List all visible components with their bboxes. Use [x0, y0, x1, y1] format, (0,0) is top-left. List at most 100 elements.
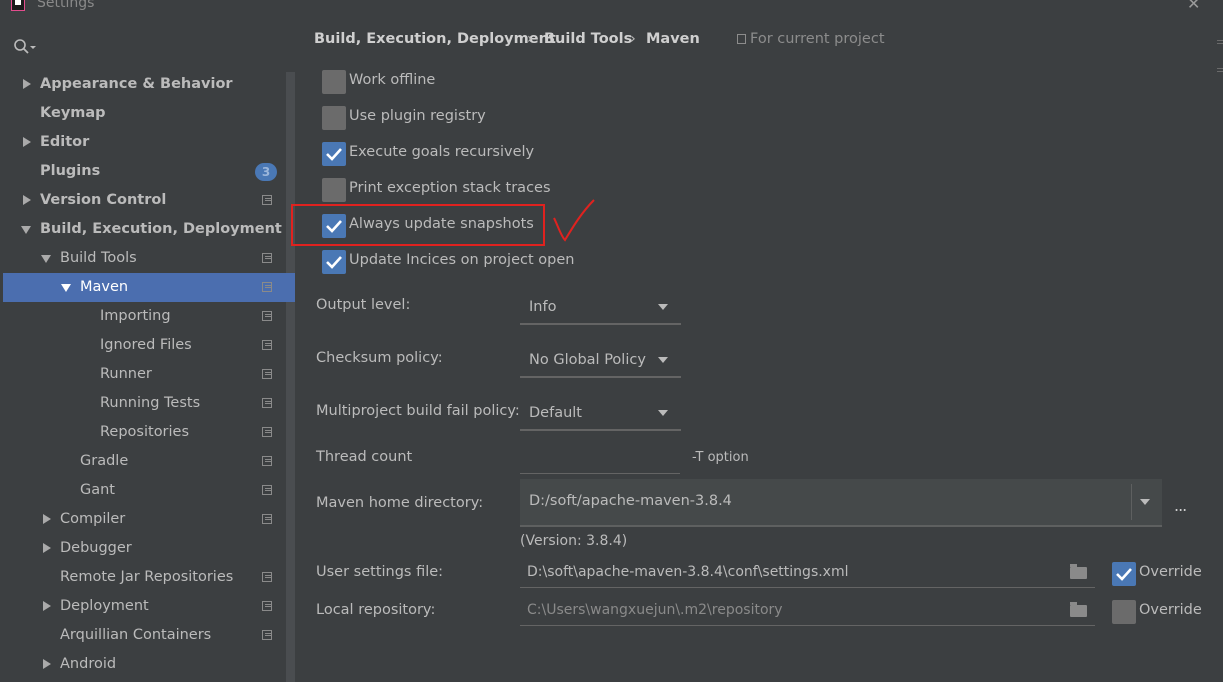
chevron-down-icon[interactable] — [61, 273, 73, 302]
sidebar-item-compiler[interactable]: Compiler — [3, 505, 295, 534]
project-scope-icon — [262, 630, 272, 640]
sidebar-item-running-tests[interactable]: Running Tests — [3, 389, 295, 418]
chevron-down-icon[interactable] — [1140, 499, 1150, 505]
sidebar-item-gant[interactable]: Gant — [3, 476, 295, 505]
sidebar-item-build-tools[interactable]: Build Tools — [3, 244, 295, 273]
sidebar-item-label: Build Tools — [60, 250, 137, 266]
sidebar-item-runner[interactable]: Runner — [3, 360, 295, 389]
sidebar-item-maven[interactable]: Maven — [3, 273, 295, 302]
maven-home-combo[interactable]: D:/soft/apache-maven-3.8.4 — [520, 479, 1162, 527]
user-settings-label: User settings file: — [316, 564, 444, 580]
user-settings-input[interactable]: D:\soft\apache-maven-3.8.4\conf\settings… — [520, 557, 1095, 588]
sidebar-item-label: Compiler — [60, 511, 126, 527]
for-current-project-note: For current project — [737, 31, 885, 47]
checksum-policy-value: No Global Policy — [529, 352, 646, 368]
checkbox[interactable] — [322, 142, 346, 166]
project-scope-icon — [262, 456, 272, 466]
user-settings-value: D:\soft\apache-maven-3.8.4\conf\settings… — [527, 564, 849, 580]
settings-sidebar: Appearance & Behavior Keymap Editor Plugins… — [0, 14, 295, 682]
panel-scroll-marker — [1217, 40, 1223, 80]
window-title: Settings — [37, 0, 95, 11]
sidebar-item-remote-jar-repositories[interactable]: Remote Jar Repositories — [3, 563, 295, 592]
sidebar-item-deployment[interactable]: Deployment — [3, 592, 295, 621]
multiproject-fail-select[interactable]: Default — [520, 399, 681, 431]
checkbox[interactable] — [322, 250, 346, 274]
chevron-right-icon[interactable] — [41, 650, 53, 679]
search-field[interactable] — [13, 36, 53, 56]
sidebar-item-label: Debugger — [60, 540, 132, 556]
search-icon — [14, 39, 36, 54]
chevron-right-icon[interactable] — [21, 70, 33, 99]
sidebar-item-importing[interactable]: Importing — [3, 302, 295, 331]
breadcrumb-maven: Maven — [646, 31, 700, 47]
checkbox-label: Print exception stack traces — [349, 180, 551, 196]
local-repository-value: C:\Users\wangxuejun\.m2\repository — [527, 602, 783, 618]
checkbox-label: Update Incices on project open — [349, 252, 575, 268]
chevron-down-icon — [658, 357, 668, 363]
chevron-down-icon[interactable] — [21, 215, 33, 244]
project-scope-icon — [262, 601, 272, 611]
sidebar-item-label: Deployment — [60, 598, 149, 614]
chevron-right-icon[interactable] — [41, 505, 53, 534]
sidebar-item-label: Ignored Files — [100, 337, 192, 353]
sidebar-item-label: Android — [60, 656, 117, 672]
multiproject-fail-label: Multiproject build fail policy: — [316, 403, 520, 419]
sidebar-item-repositories[interactable]: Repositories — [3, 418, 295, 447]
chevron-right-icon[interactable] — [41, 592, 53, 621]
folder-icon[interactable] — [1070, 564, 1087, 579]
sidebar-item-label: Arquillian Containers — [60, 627, 212, 643]
project-scope-icon — [262, 311, 272, 321]
output-level-value: Info — [529, 299, 557, 315]
checkmark-icon — [326, 256, 342, 269]
sidebar-item-keymap[interactable]: Keymap — [3, 99, 295, 128]
sidebar-item-arquillian-containers[interactable]: Arquillian Containers — [3, 621, 295, 650]
sidebar-item-android[interactable]: Android — [3, 650, 295, 679]
annotation-checkmark — [553, 199, 595, 242]
override-label: Override — [1139, 564, 1202, 580]
sidebar-item-label: Gradle — [80, 453, 129, 469]
override-checkbox[interactable] — [1112, 562, 1136, 586]
project-scope-icon — [262, 340, 272, 350]
chevron-right-icon[interactable] — [21, 186, 33, 215]
checkbox[interactable] — [322, 178, 346, 202]
sidebar-item-label: Maven — [80, 279, 129, 295]
sidebar-item-editor[interactable]: Editor — [3, 128, 295, 157]
sidebar-item-label: Importing — [100, 308, 171, 324]
chevron-right-icon[interactable] — [21, 128, 33, 157]
sidebar-item-label: Appearance & Behavior — [40, 76, 233, 92]
checkbox-label: Use plugin registry — [349, 108, 486, 124]
browse-maven-home-button[interactable]: ... — [1174, 496, 1187, 515]
checkbox[interactable] — [322, 106, 346, 130]
sidebar-item-debugger[interactable]: Debugger — [3, 534, 295, 563]
sidebar-item-build-execution-deployment[interactable]: Build, Execution, Deployment — [3, 215, 295, 244]
sidebar-item-plugins[interactable]: Plugins 3 — [3, 157, 295, 186]
checksum-policy-label: Checksum policy: — [316, 350, 443, 366]
local-repository-input[interactable]: C:\Users\wangxuejun\.m2\repository — [520, 595, 1095, 626]
chevron-down-icon[interactable] — [41, 244, 53, 273]
breadcrumb-build-execution[interactable]: Build, Execution, Deployment — [314, 31, 556, 47]
sidebar-item-label: Runner — [100, 366, 152, 382]
sidebar-item-version-control[interactable]: Version Control — [3, 186, 295, 215]
close-icon[interactable]: ✕ — [1187, 0, 1200, 13]
override-label: Override — [1139, 602, 1202, 618]
thread-count-input[interactable] — [520, 445, 680, 474]
override-checkbox[interactable] — [1112, 600, 1136, 624]
checkbox-label: Execute goals recursively — [349, 144, 535, 160]
output-level-select[interactable]: Info — [520, 293, 681, 325]
checksum-policy-select[interactable]: No Global Policy — [520, 346, 681, 378]
checkbox[interactable] — [322, 70, 346, 94]
checkmark-icon — [326, 148, 342, 161]
chevron-right-icon[interactable] — [41, 534, 53, 563]
sidebar-item-appearance-behavior[interactable]: Appearance & Behavior — [3, 70, 295, 99]
thread-count-label: Thread count — [316, 449, 413, 465]
maven-home-label: Maven home directory: — [316, 495, 484, 511]
output-level-label: Output level: — [316, 297, 411, 313]
folder-icon[interactable] — [1070, 602, 1087, 617]
chevron-down-icon — [658, 410, 668, 416]
sidebar-item-gradle[interactable]: Gradle — [3, 447, 295, 476]
breadcrumb-build-tools[interactable]: Build Tools — [544, 31, 632, 47]
sidebar-item-ignored-files[interactable]: Ignored Files — [3, 331, 295, 360]
project-scope-icon — [262, 369, 272, 379]
project-scope-icon — [262, 514, 272, 524]
checkbox-label: Work offline — [349, 72, 436, 88]
